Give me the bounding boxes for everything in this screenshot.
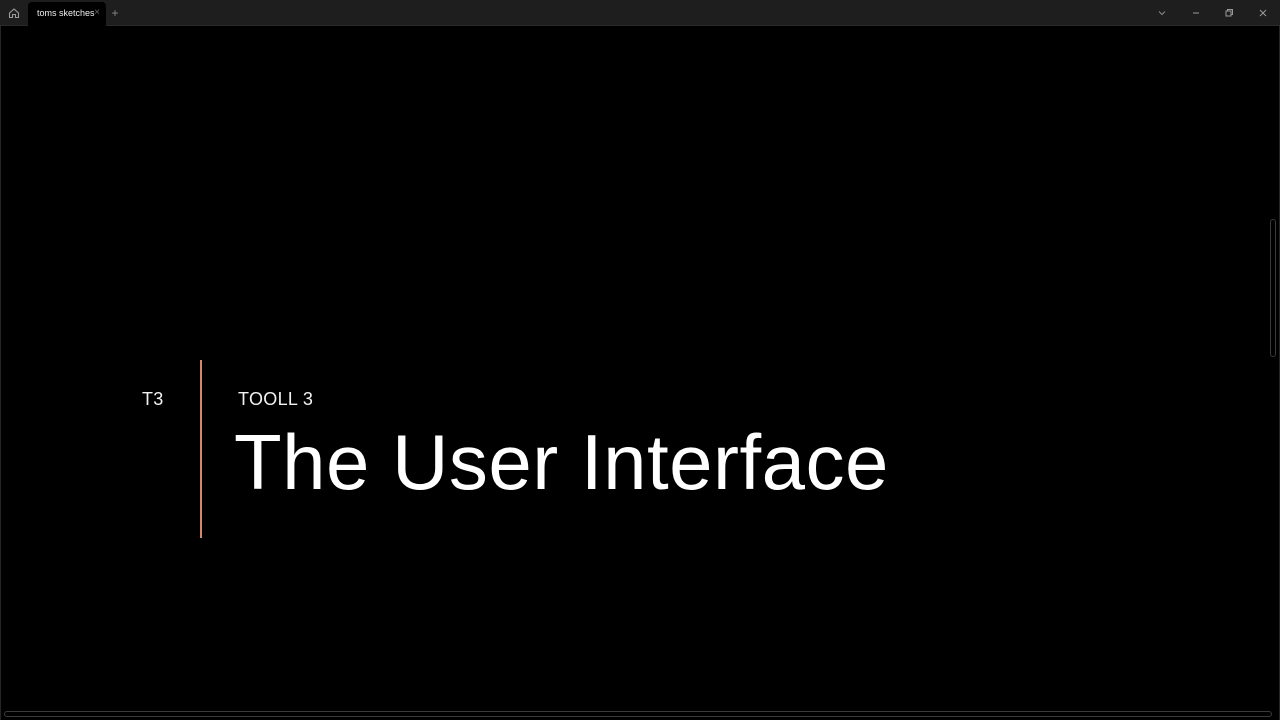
tab-list-button[interactable]: [1152, 3, 1172, 23]
accent-divider: [200, 360, 202, 538]
minimize-icon: [1193, 12, 1199, 14]
new-tab-button[interactable]: +: [108, 3, 122, 23]
home-button[interactable]: [4, 3, 24, 23]
close-window-button[interactable]: [1253, 3, 1273, 23]
tab-label: toms sketches: [37, 8, 95, 18]
vertical-scrollbar[interactable]: [1270, 219, 1276, 357]
brand-mark: T3: [142, 389, 164, 409]
minimize-button[interactable]: [1186, 3, 1206, 23]
horizontal-scrollbar[interactable]: [4, 711, 1272, 717]
window-titlebar: toms sketches × +: [0, 0, 1280, 26]
tab-close-icon[interactable]: ×: [92, 7, 102, 19]
tab-toms-sketches[interactable]: toms sketches ×: [28, 2, 106, 26]
chevron-down-icon: [1158, 11, 1166, 16]
maximize-button[interactable]: [1219, 3, 1239, 23]
close-icon: [1259, 9, 1267, 17]
slide-subtitle: TOOLL 3: [238, 389, 314, 409]
slide-title: The User Interface: [234, 418, 889, 506]
restore-icon: [1225, 9, 1233, 17]
slide-canvas: [0, 26, 1280, 720]
home-icon: [8, 8, 20, 19]
